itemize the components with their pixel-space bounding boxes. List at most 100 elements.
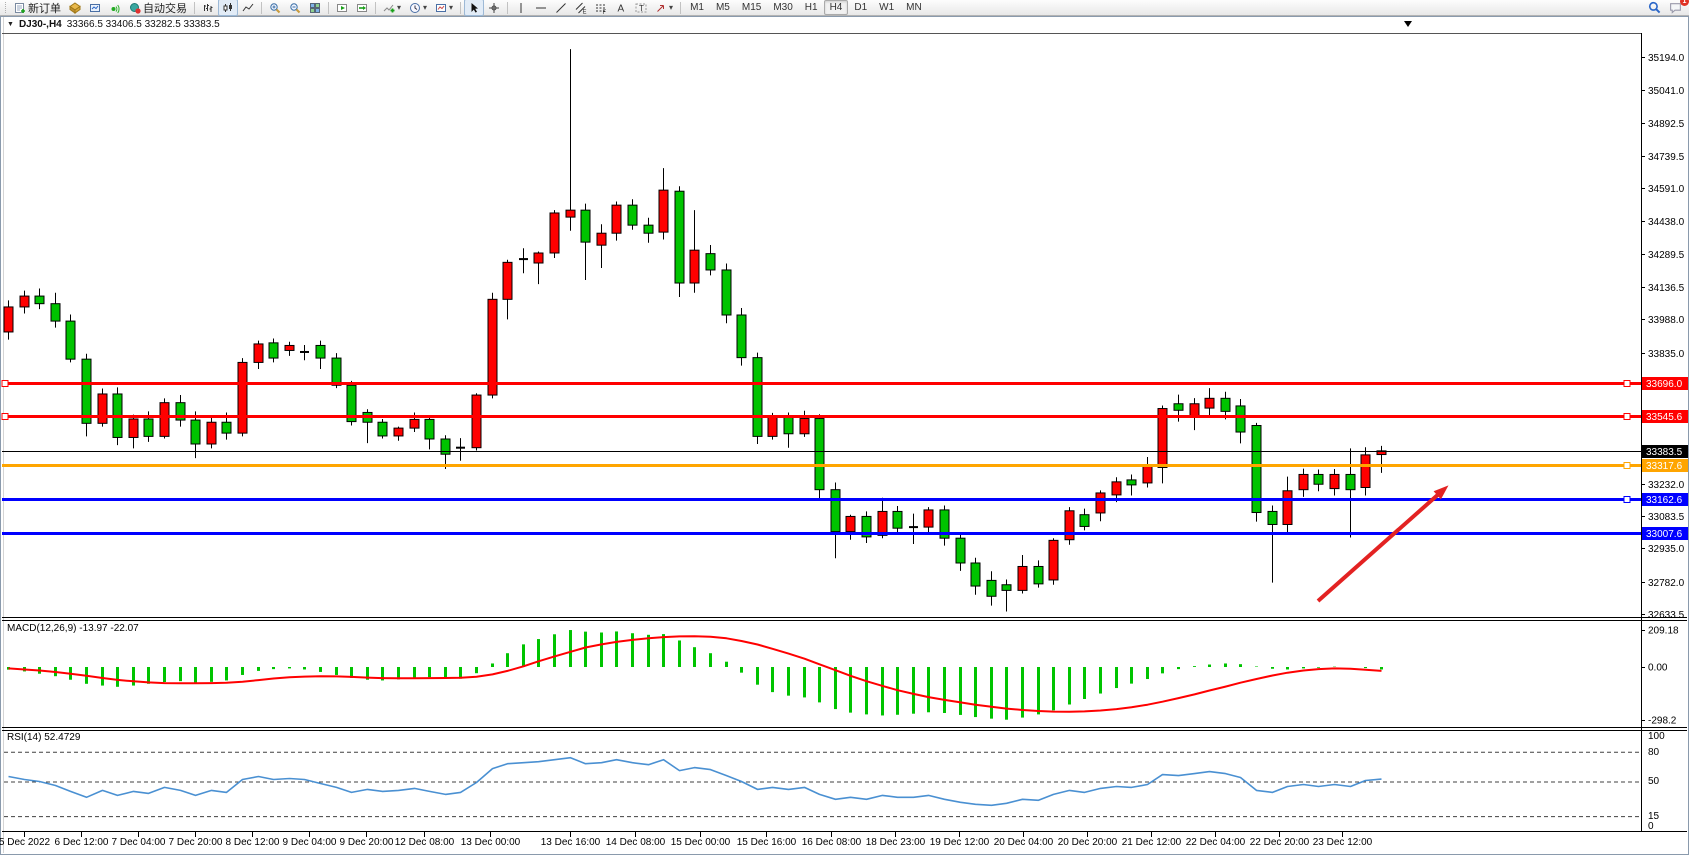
- candle: [1205, 398, 1214, 408]
- time-tick-label: 13 Dec 16:00: [541, 837, 601, 848]
- candle: [51, 304, 60, 321]
- candle: [893, 511, 902, 528]
- svg-text:T: T: [639, 4, 644, 13]
- templates-button[interactable]: ▾: [431, 0, 457, 16]
- price-tick-label: 32935.0: [1648, 544, 1685, 555]
- signals-button[interactable]: [105, 0, 125, 16]
- candle-chart-button[interactable]: [218, 0, 238, 16]
- vline-button[interactable]: [511, 0, 531, 16]
- channel-button[interactable]: E: [571, 0, 591, 16]
- line-handle[interactable]: [1624, 381, 1630, 387]
- candle: [191, 420, 200, 444]
- candle: [1299, 474, 1308, 489]
- indicators-button[interactable]: ▾: [379, 0, 405, 16]
- timeframe-button-MN[interactable]: MN: [900, 0, 928, 15]
- time-tick-label: 5 Dec 2022: [0, 837, 51, 848]
- market-watch-button[interactable]: [85, 0, 105, 16]
- timeframe-button-H4[interactable]: H4: [824, 0, 849, 15]
- auto-scroll-button[interactable]: [332, 0, 352, 16]
- line-handle[interactable]: [2, 381, 8, 387]
- candle: [878, 511, 887, 535]
- new-order-icon: [14, 2, 26, 14]
- chart-title-bar: ▼ DJ30-,H4 33366.5 33406.5 33282.5 33383…: [7, 19, 220, 30]
- chevron-down-icon: ▾: [423, 4, 427, 12]
- line-handle[interactable]: [1624, 463, 1630, 469]
- candle: [1049, 540, 1058, 580]
- arrows-button[interactable]: ▾: [651, 0, 677, 16]
- macd-indicator-label: MACD(12,26,9) -13.97 -22.07: [7, 623, 139, 634]
- timeframe-button-M5[interactable]: M5: [710, 0, 736, 15]
- candle: [1096, 493, 1105, 513]
- trendline-button[interactable]: [551, 0, 571, 16]
- autotrading-button[interactable]: 自动交易: [125, 0, 191, 16]
- candle: [971, 563, 980, 586]
- chart-window-background[interactable]: [0, 16, 1689, 855]
- candle: [82, 359, 91, 423]
- zoom-out-button[interactable]: [285, 0, 305, 16]
- candle: [1283, 491, 1292, 525]
- doji-candle: [300, 351, 309, 353]
- chart-symbol-period: DJ30-,H4: [19, 19, 62, 30]
- search-icon: [1648, 1, 1661, 14]
- time-tick-label: 19 Dec 12:00: [930, 837, 990, 848]
- price-line-label: 33696.0: [1646, 379, 1683, 390]
- rsi-axis-label: 100: [1648, 731, 1665, 742]
- candle: [129, 419, 138, 437]
- tile-windows-icon: [309, 2, 321, 14]
- line-chart-icon: [242, 2, 254, 14]
- styler-button[interactable]: [65, 0, 85, 16]
- line-handle[interactable]: [1624, 497, 1630, 503]
- chart-shift-button[interactable]: [352, 0, 372, 16]
- label-button[interactable]: T: [631, 0, 651, 16]
- price-tick-label: 34438.0: [1648, 217, 1685, 228]
- crosshair-button[interactable]: [484, 0, 504, 16]
- candle: [722, 270, 731, 315]
- tile-windows-button[interactable]: [305, 0, 325, 16]
- time-tick-label: 21 Dec 12:00: [1122, 837, 1182, 848]
- line-handle[interactable]: [1624, 414, 1630, 420]
- crosshair-icon: [488, 2, 500, 14]
- line-handle[interactable]: [2, 414, 8, 420]
- cursor-button[interactable]: [464, 0, 484, 16]
- collapse-triangle-icon[interactable]: ▼: [7, 21, 14, 28]
- time-tick-label: 13 Dec 00:00: [461, 837, 521, 848]
- candle: [332, 358, 341, 385]
- time-tick-label: 6 Dec 12:00: [55, 837, 109, 848]
- zoom-in-icon: [269, 2, 281, 14]
- hline-button[interactable]: [531, 0, 551, 16]
- time-tick-label: 7 Dec 04:00: [112, 837, 166, 848]
- chart-canvas[interactable]: MACD(12,26,9) -13.97 -22.07RSI(14) 52.47…: [0, 0, 1689, 855]
- timeframe-button-M30[interactable]: M30: [767, 0, 798, 15]
- zoom-in-button[interactable]: [265, 0, 285, 16]
- toolbar-separator: [375, 2, 376, 14]
- toolbar-separator: [680, 2, 681, 14]
- candle: [160, 403, 169, 437]
- doji-candle: [456, 447, 465, 449]
- candle: [1127, 480, 1136, 485]
- candle: [612, 205, 621, 233]
- timeframe-button-D1[interactable]: D1: [848, 0, 873, 15]
- price-line-label: 33007.6: [1646, 529, 1683, 540]
- candle: [1268, 511, 1277, 524]
- timeframe-button-M1[interactable]: M1: [684, 0, 710, 15]
- timeframe-button-W1[interactable]: W1: [873, 0, 900, 15]
- text-button[interactable]: A: [611, 0, 631, 16]
- candle: [207, 422, 216, 444]
- notifications-button[interactable]: 1: [1665, 0, 1686, 16]
- fibo-button[interactable]: F: [591, 0, 611, 16]
- time-tick-label: 15 Dec 16:00: [737, 837, 797, 848]
- new-order-button[interactable]: 新订单: [10, 0, 65, 16]
- bar-chart-button[interactable]: [198, 0, 218, 16]
- timeframe-button-M15[interactable]: M15: [736, 0, 767, 15]
- candle: [1080, 515, 1089, 527]
- candle: [238, 362, 247, 433]
- search-button[interactable]: [1644, 0, 1665, 16]
- timeframe-button-H1[interactable]: H1: [799, 0, 824, 15]
- price-tick-label: 34136.5: [1648, 283, 1685, 294]
- candle: [550, 213, 559, 253]
- line-chart-button[interactable]: [238, 0, 258, 16]
- periods-button[interactable]: ▾: [405, 0, 431, 16]
- chart-shift-icon: [356, 2, 368, 14]
- candle: [394, 428, 403, 436]
- candle: [753, 358, 762, 437]
